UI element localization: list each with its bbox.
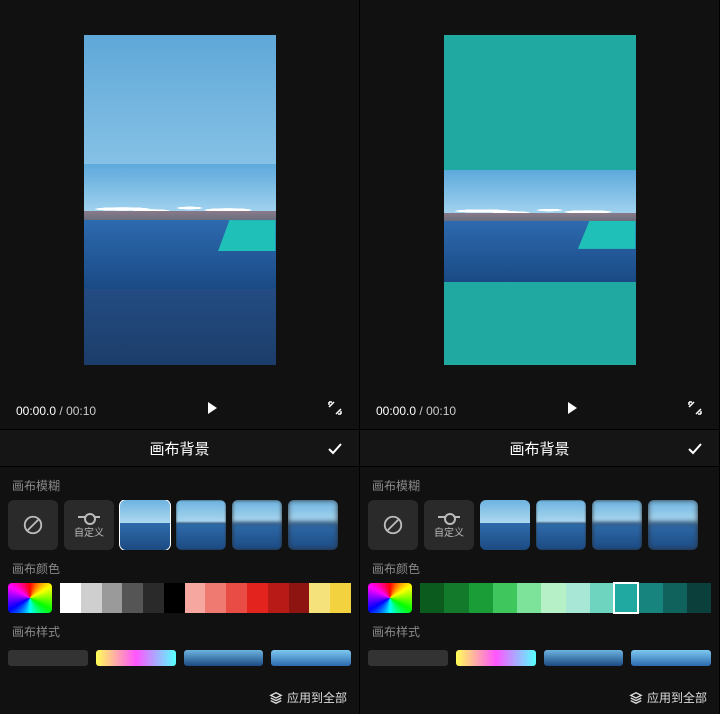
- color-swatch-row: [360, 583, 719, 613]
- color-swatch[interactable]: [268, 583, 289, 613]
- color-swatch-row: [0, 583, 359, 613]
- panel-header: 画布背景: [360, 429, 719, 467]
- layers-icon: [269, 691, 283, 705]
- time-display: 00:00.0 / 00:10: [376, 404, 456, 418]
- style-option[interactable]: [271, 650, 351, 666]
- style-option[interactable]: [368, 650, 448, 666]
- style-option[interactable]: [456, 650, 536, 666]
- section-label-style: 画布样式: [0, 613, 359, 646]
- color-swatch[interactable]: [164, 583, 185, 613]
- panel-header: 画布背景: [0, 429, 359, 467]
- blur-option-1[interactable]: [480, 500, 530, 550]
- blur-option-custom[interactable]: 自定义: [424, 500, 474, 550]
- color-swatch[interactable]: [330, 583, 351, 613]
- editor-pane-left: 00:00.0 / 00:10 画布背景 画布模糊 自定义 画布颜色: [0, 0, 360, 714]
- color-swatch[interactable]: [205, 583, 226, 613]
- color-swatch[interactable]: [60, 583, 81, 613]
- blur-option-1[interactable]: [120, 500, 170, 550]
- video-canvas[interactable]: [84, 35, 276, 365]
- blur-option-none[interactable]: [8, 500, 58, 550]
- color-swatch[interactable]: [687, 583, 711, 613]
- apply-all-button[interactable]: 应用到全部: [629, 689, 707, 706]
- player-controls: 00:00.0 / 00:10: [360, 400, 719, 429]
- style-options-row: [360, 646, 719, 666]
- confirm-button[interactable]: [325, 439, 345, 463]
- color-swatch[interactable]: [444, 583, 468, 613]
- color-swatch[interactable]: [590, 583, 614, 613]
- blur-option-3[interactable]: [232, 500, 282, 550]
- fullscreen-button[interactable]: [687, 400, 703, 421]
- slider-icon: [438, 512, 460, 522]
- color-swatch[interactable]: [566, 583, 590, 613]
- video-canvas[interactable]: [444, 35, 636, 365]
- slider-icon: [78, 512, 100, 522]
- color-swatch[interactable]: [541, 583, 565, 613]
- blur-option-2[interactable]: [536, 500, 586, 550]
- blur-option-none[interactable]: [368, 500, 418, 550]
- confirm-button[interactable]: [685, 439, 705, 463]
- blur-options-row: 自定义: [0, 500, 359, 550]
- apply-all-button[interactable]: 应用到全部: [269, 689, 347, 706]
- color-swatch[interactable]: [81, 583, 102, 613]
- color-swatch[interactable]: [185, 583, 206, 613]
- color-swatch[interactable]: [289, 583, 310, 613]
- style-option[interactable]: [184, 650, 264, 666]
- color-swatch[interactable]: [309, 583, 330, 613]
- color-swatch[interactable]: [226, 583, 247, 613]
- blur-option-custom[interactable]: 自定义: [64, 500, 114, 550]
- section-label-style: 画布样式: [360, 613, 719, 646]
- section-label-blur: 画布模糊: [0, 467, 359, 500]
- editor-pane-right: 00:00.0 / 00:10 画布背景 画布模糊 自定义 画布颜色: [360, 0, 720, 714]
- style-option[interactable]: [544, 650, 624, 666]
- blur-options-row: 自定义: [360, 500, 719, 550]
- color-picker-button[interactable]: [368, 583, 412, 613]
- section-label-color: 画布颜色: [0, 550, 359, 583]
- section-label-color: 画布颜色: [360, 550, 719, 583]
- time-display: 00:00.0 / 00:10: [16, 404, 96, 418]
- style-option[interactable]: [96, 650, 176, 666]
- layers-icon: [629, 691, 643, 705]
- video-frame: [84, 164, 276, 289]
- video-frame: [444, 170, 636, 282]
- color-swatch[interactable]: [420, 583, 444, 613]
- play-button[interactable]: [204, 400, 220, 421]
- blur-option-4[interactable]: [288, 500, 338, 550]
- preview-area: [360, 0, 719, 400]
- color-swatch[interactable]: [102, 583, 123, 613]
- panel-title: 画布背景: [509, 438, 569, 459]
- style-options-row: [0, 646, 359, 666]
- color-swatch[interactable]: [517, 583, 541, 613]
- panel-title: 画布背景: [149, 438, 209, 459]
- color-swatch[interactable]: [638, 583, 662, 613]
- color-swatch[interactable]: [143, 583, 164, 613]
- color-swatch[interactable]: [247, 583, 268, 613]
- color-swatch[interactable]: [663, 583, 687, 613]
- blur-option-4[interactable]: [648, 500, 698, 550]
- fullscreen-button[interactable]: [327, 400, 343, 421]
- color-swatch[interactable]: [493, 583, 517, 613]
- blur-option-2[interactable]: [176, 500, 226, 550]
- style-option[interactable]: [631, 650, 711, 666]
- color-picker-button[interactable]: [8, 583, 52, 613]
- style-option[interactable]: [8, 650, 88, 666]
- color-swatch[interactable]: [469, 583, 493, 613]
- blur-option-3[interactable]: [592, 500, 642, 550]
- section-label-blur: 画布模糊: [360, 467, 719, 500]
- player-controls: 00:00.0 / 00:10: [0, 400, 359, 429]
- color-swatch[interactable]: [122, 583, 143, 613]
- color-swatch[interactable]: [614, 583, 638, 613]
- preview-area: [0, 0, 359, 400]
- play-button[interactable]: [564, 400, 580, 421]
